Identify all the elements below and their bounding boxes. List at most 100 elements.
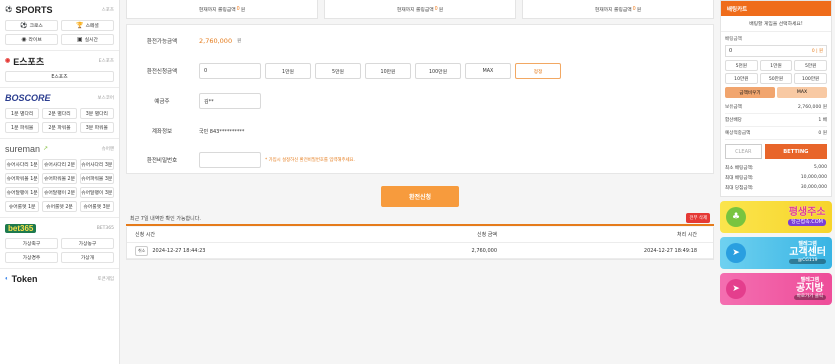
token-subtitle: 토큰게임	[97, 277, 114, 282]
password-hint: * 가입시 설정하신 환전비밀번호를 입력해주세요.	[265, 158, 355, 163]
notice-banner[interactable]: ➤ 텔레그램 공지방 바로가기 클릭	[720, 273, 832, 305]
sidebar-item-boscore[interactable]: 3분 별다리	[79, 108, 114, 119]
rolling-box: 현재까지 롤링금액 0 원	[324, 0, 516, 19]
table-header: 신청 시간 신청 금액 처리 시간	[127, 227, 713, 243]
boscore-section: BOSCORE 보스코어 1분 별다리 2분 별다리 3분 별다리 1분 파워볼…	[0, 88, 119, 139]
delete-all-button[interactable]: 전부 삭제	[686, 213, 710, 223]
esports-title: E스포츠	[13, 56, 45, 67]
account-row: 계좌정보 국민 843**********	[127, 120, 713, 142]
sidebar-item-bet365[interactable]: 가상개	[61, 252, 114, 263]
carrot-icon: ♣	[726, 207, 746, 227]
sidebar-item-sureman[interactable]: 슈어파워볼 3분	[79, 173, 114, 184]
sidebar-item-esports[interactable]: E스포츠	[5, 71, 114, 82]
password-row: 환전비밀번호 * 가입시 설정하신 환전비밀번호를 입력해주세요.	[127, 149, 713, 171]
account-value: 국민 843**********	[199, 128, 245, 135]
reset-button[interactable]: 정정	[515, 63, 561, 79]
withdraw-submit-button[interactable]: 환전신청	[381, 186, 459, 207]
sidebar-item-sureman[interactable]: 슈어룰렛 1분	[5, 201, 40, 212]
max-button[interactable]: MAX	[465, 63, 511, 79]
bet365-section: bet365 BET365 가상축구 가상농구 가상경주 가상개	[0, 218, 119, 269]
esports-subtitle: E스포츠	[98, 59, 114, 64]
sidebar-item-sureman[interactable]: 슈어파워볼 2분	[42, 173, 77, 184]
sidebar-item-sureman[interactable]: 슈어달팽이 2분	[42, 187, 77, 198]
sidebar-item-special[interactable]: 🏆 스페셜	[61, 20, 114, 31]
add-100k-button[interactable]: 10만원	[365, 63, 411, 79]
sidebar-item-sureman[interactable]: 슈어달팽이 3분	[79, 187, 114, 198]
held-amount-row: 보유금액 2,760,000 원	[725, 101, 827, 114]
password-label: 환전비밀번호	[146, 158, 178, 164]
quick-amount-button[interactable]: 10만원	[725, 73, 758, 84]
address-banner[interactable]: ♣ 평생주소 당근접속.COM	[720, 201, 832, 233]
requested-amount: 2,760,000	[471, 247, 497, 254]
withdraw-password-input[interactable]	[199, 152, 261, 168]
esports-section: ◉ E스포츠 E스포츠 E스포츠	[0, 51, 119, 88]
max-bet-button[interactable]: MAX	[777, 87, 827, 98]
bet-limits: 최소 배팅금액: 5,000 최대 배팅금액: 10,000,000 최대 당첨금액…	[725, 165, 827, 191]
bet-slip: 배팅카트 배팅할 게임을 선택하세요! 배팅금액 0 0 | 원 5천원 1만원…	[720, 0, 832, 364]
sidebar-item-cross[interactable]: ⚽ 크로스	[5, 20, 58, 31]
account-label: 계좌정보	[151, 129, 173, 135]
boscore-title: BOSCORE	[5, 93, 51, 103]
sidebar-item-boscore[interactable]: 2분 별다리	[42, 108, 77, 119]
table-row: 취소 2024-12-27 18:44:23 2,760,000 2024-12…	[127, 243, 713, 259]
slip-header: 배팅카트	[721, 1, 831, 16]
holder-field: 김**	[199, 93, 261, 109]
esports-logo-icon: ◉	[5, 58, 11, 64]
sidebar-item-sureman[interactable]: 슈어룰렛 3분	[79, 201, 114, 212]
quick-amount-button[interactable]: 5천원	[725, 60, 758, 71]
available-label: 환전가능금액	[146, 39, 178, 45]
sidebar-item-boscore[interactable]: 1분 파워볼	[5, 122, 40, 133]
support-banner[interactable]: ➤ 텔레그램 고객센터 @CG119	[720, 237, 832, 269]
add-10k-button[interactable]: 1만원	[265, 63, 311, 79]
expected-win-row: 예상적중금액 0 원	[725, 127, 827, 140]
sidebar-item-boscore[interactable]: 2분 파워볼	[42, 122, 77, 133]
history-notice: 최근 7일 내역만 확인 가능합니다.	[130, 215, 201, 222]
sidebar-item-bet365[interactable]: 가상축구	[5, 238, 58, 249]
sidebar-item-bet365[interactable]: 가상경주	[5, 252, 58, 263]
telegram-icon: ➤	[726, 243, 746, 263]
rolling-summary: 현재까지 롤링금액 0 원 현재까지 롤링금액 0 원 현재까지 롤링금액 0 원	[126, 0, 714, 19]
sidebar-item-sureman[interactable]: 슈어사다리 3분	[79, 159, 114, 170]
rolling-box: 현재까지 롤링금액 0 원	[126, 0, 318, 19]
bet-amount-input[interactable]: 0 0 | 원	[725, 45, 827, 57]
betting-button[interactable]: BETTING	[764, 144, 827, 159]
bet365-subtitle: BET365	[96, 225, 114, 231]
trophy-icon: 🏆	[76, 21, 84, 29]
withdraw-form: 환전가능금액 2,760,000 원 환전신청금액 0 1만원 5만원 10만원 …	[126, 24, 714, 174]
rolling-box: 현재까지 롤링금액 0 원	[522, 0, 714, 19]
quick-amount-button[interactable]: 5만원	[794, 60, 827, 71]
clear-button[interactable]: CLEAR	[725, 144, 762, 159]
soccer-logo-icon: ⚽	[5, 7, 13, 13]
sidebar-item-sureman[interactable]: 슈어파워볼 1분	[5, 173, 40, 184]
add-1m-button[interactable]: 100만원	[415, 63, 461, 79]
history-notice-bar: 최근 7일 내역만 확인 가능합니다. 전부 삭제	[126, 212, 714, 226]
sureman-subtitle: 슈어맨	[101, 147, 114, 152]
slip-notice: 배팅할 게임을 선택하세요!	[721, 16, 831, 32]
clear-amount-button[interactable]: 금액비우기	[725, 87, 775, 98]
sidebar-item-bet365[interactable]: 가상농구	[61, 238, 114, 249]
quick-amount-button[interactable]: 50만원	[759, 73, 793, 84]
quick-amount-button[interactable]: 1만원	[759, 60, 793, 71]
sidebar-item-boscore[interactable]: 1분 별다리	[5, 108, 40, 119]
telegram-icon: ➤	[726, 279, 746, 299]
sidebar-item-sureman[interactable]: 슈어달팽이 1분	[5, 187, 40, 198]
holder-label: 예금주	[154, 99, 170, 105]
sidebar-item-realtime[interactable]: ▣ 실시간	[61, 34, 114, 45]
sidebar-item-sureman[interactable]: 슈어사다리 2분	[42, 159, 77, 170]
processed-time: 2024-12-27 18:49:18	[643, 247, 697, 254]
add-50k-button[interactable]: 5만원	[315, 63, 361, 79]
live-icon: ◉	[21, 35, 27, 43]
cancel-button[interactable]: 취소	[135, 245, 149, 256]
sidebar-item-sureman[interactable]: 슈어사다리 1분	[5, 159, 40, 170]
sidebar-item-live[interactable]: ◉ 라이브	[5, 34, 58, 45]
quick-amount-button[interactable]: 100만원	[794, 73, 827, 84]
column-header: 신청 금액	[477, 232, 497, 238]
withdraw-amount-input[interactable]: 0	[199, 63, 261, 79]
sidebar-item-sureman[interactable]: 슈어룰렛 2분	[42, 201, 77, 212]
available-row: 환전가능금액 2,760,000 원	[127, 30, 713, 52]
column-header: 신청 시간	[135, 232, 155, 238]
sports-title: SPORTS	[15, 5, 53, 15]
token-logo-icon: ◐	[5, 276, 9, 282]
boscore-subtitle: 보스코어	[97, 96, 114, 101]
sidebar-item-boscore[interactable]: 3분 파워볼	[79, 122, 114, 133]
